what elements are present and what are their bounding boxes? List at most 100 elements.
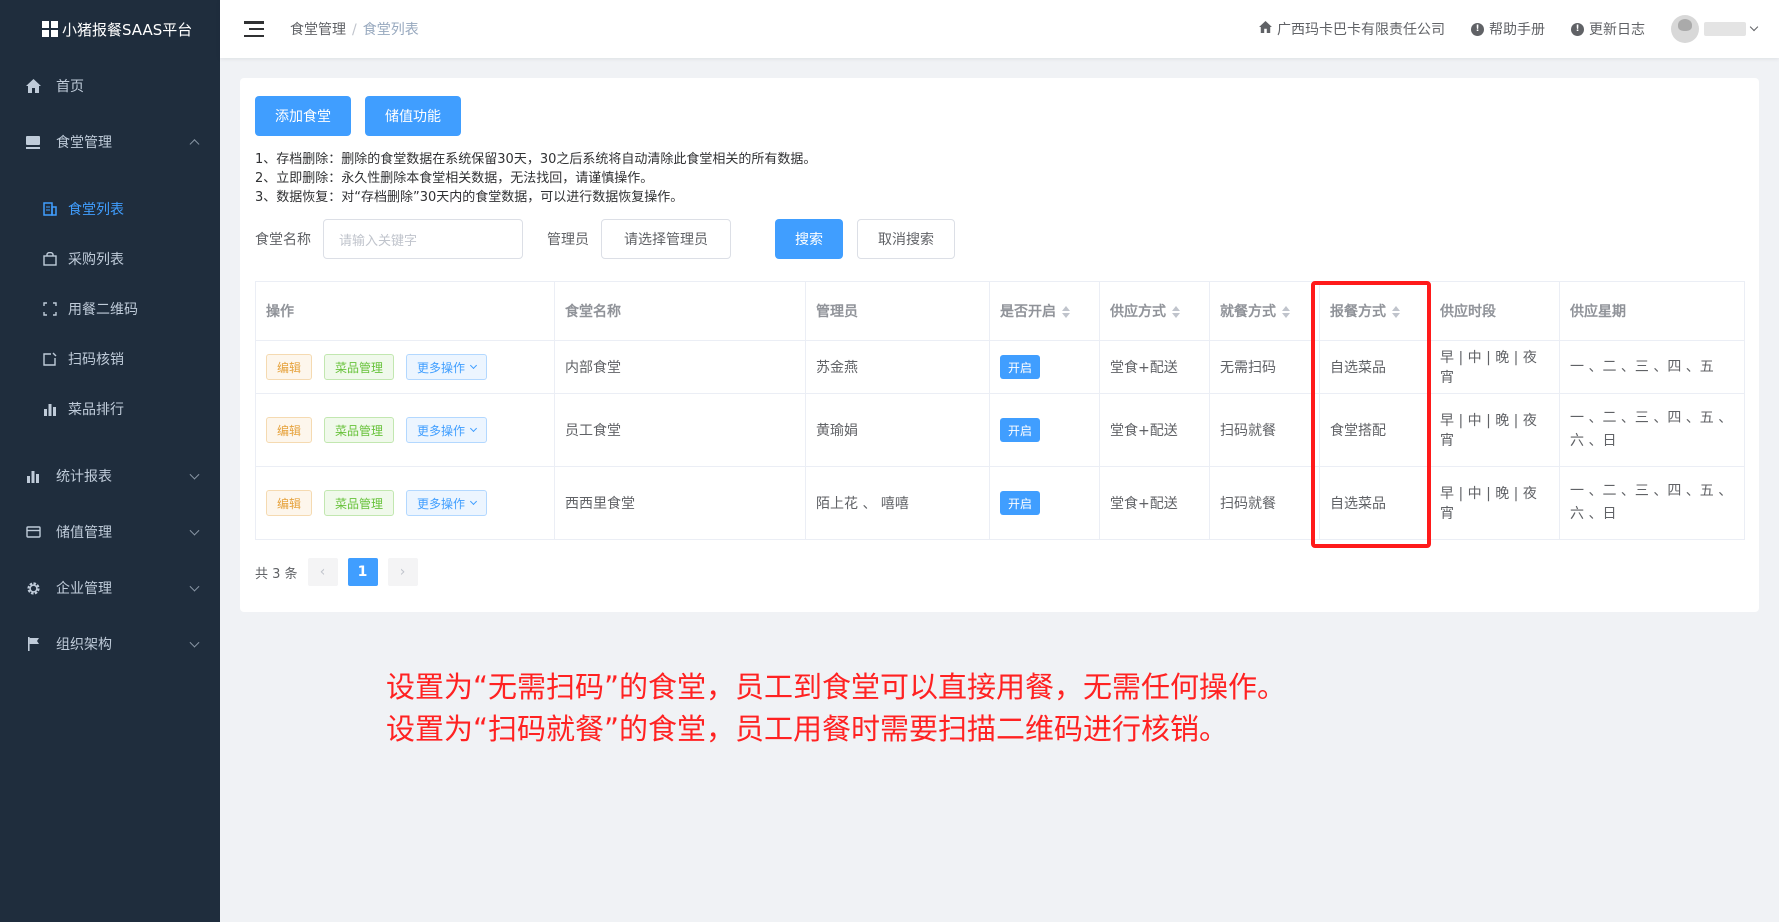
col-header-sortable[interactable]: 是否开启 xyxy=(989,281,1100,341)
status-badge: 开启 xyxy=(1000,355,1041,379)
user-name-blurred xyxy=(1704,22,1746,36)
breadcrumb-item[interactable]: 食堂管理 xyxy=(290,22,346,38)
sidebar-item-label: 菜品排行 xyxy=(68,402,124,418)
sidebar-item-enterprise[interactable]: 企业管理 xyxy=(0,560,220,616)
bag-icon xyxy=(42,251,58,267)
canteen-table: 操作 食堂名称 管理员 是否开启 供应方式 就餐方式 报餐方式 供应时段 供应星… xyxy=(255,281,1745,540)
company-link[interactable]: 广西玛卡巴卡有限责任公司 xyxy=(1259,19,1445,39)
sort-icon[interactable] xyxy=(1392,306,1400,318)
annotation-text: 设置为“无需扫码”的食堂，员工到食堂可以直接用餐，无需任何操作。 设置为“扫码就… xyxy=(386,666,1286,750)
cell-supply: 堂食+配送 xyxy=(1099,393,1210,467)
col-header-sortable[interactable]: 报餐方式 xyxy=(1319,281,1430,341)
sidebar-item-canteen-management[interactable]: 食堂管理 xyxy=(0,114,220,170)
menu-toggle-icon[interactable] xyxy=(244,21,264,37)
cell-admin: 陌上花 、 嘻嘻 xyxy=(805,466,990,540)
chevron-down-icon xyxy=(189,525,200,536)
cell-dine: 扫码就餐 xyxy=(1209,466,1320,540)
cell-period: 早 | 中 | 晚 | 夜宵 xyxy=(1429,466,1560,540)
cell-name: 西西里食堂 xyxy=(554,466,806,540)
col-header: 管理员 xyxy=(805,281,990,341)
search-form: 食堂名称 请输入关键字 管理员 请选择管理员 搜索 取消搜索 xyxy=(255,219,1744,259)
sidebar-item-label: 首页 xyxy=(56,79,84,95)
card-icon xyxy=(24,523,42,541)
user-menu[interactable] xyxy=(1671,15,1759,43)
sidebar: 小猪报餐SAAS平台 首页 食堂管理 食堂列表 采购列表 用餐二维码 扫码核销 … xyxy=(0,0,220,922)
col-header: 食堂名称 xyxy=(554,281,806,341)
bar-chart-icon xyxy=(24,467,42,485)
canteen-name-input[interactable]: 请输入关键字 xyxy=(323,219,523,259)
cell-name: 内部食堂 xyxy=(554,340,806,394)
col-header-sortable[interactable]: 就餐方式 xyxy=(1209,281,1320,341)
cancel-search-button[interactable]: 取消搜索 xyxy=(857,219,955,259)
home-icon xyxy=(24,77,42,95)
add-canteen-button[interactable]: 添加食堂 xyxy=(255,96,351,136)
sidebar-item-label: 食堂管理 xyxy=(56,135,112,151)
breadcrumb: 食堂管理 / 食堂列表 xyxy=(290,22,419,38)
gear-icon xyxy=(24,579,42,597)
changelog-link[interactable]: ! 更新日志 xyxy=(1571,19,1645,39)
pagination: 共 3 条 ‹ 1 › xyxy=(255,558,1744,586)
chevron-down-icon xyxy=(470,497,478,505)
edit-button[interactable]: 编辑 xyxy=(266,354,313,380)
help-manual-link[interactable]: ! 帮助手册 xyxy=(1471,19,1545,39)
page-number-button[interactable]: 1 xyxy=(347,558,378,586)
status-badge: 开启 xyxy=(1000,418,1041,442)
chevron-down-icon xyxy=(189,637,200,648)
sort-icon[interactable] xyxy=(1062,306,1070,318)
sort-icon[interactable] xyxy=(1172,306,1180,318)
edit-button[interactable]: 编辑 xyxy=(266,417,313,443)
cell-name: 员工食堂 xyxy=(554,393,806,467)
col-header: 供应时段 xyxy=(1429,281,1560,341)
recharge-function-button[interactable]: 储值功能 xyxy=(365,96,461,136)
cell-admin: 黄瑜娟 xyxy=(805,393,990,467)
col-header: 操作 xyxy=(255,281,555,341)
sidebar-item-label: 统计报表 xyxy=(56,469,112,485)
dish-management-button[interactable]: 菜品管理 xyxy=(324,417,395,443)
cell-period: 早 | 中 | 晚 | 夜宵 xyxy=(1429,340,1560,394)
bar-chart-icon xyxy=(42,401,58,417)
more-actions-dropdown[interactable]: 更多操作 xyxy=(406,354,488,380)
flag-icon xyxy=(24,635,42,653)
app-logo[interactable]: 小猪报餐SAAS平台 xyxy=(0,0,220,58)
chevron-down-icon xyxy=(470,361,478,369)
sidebar-item-organization[interactable]: 组织架构 xyxy=(0,616,220,672)
grid-logo-icon xyxy=(42,21,58,37)
more-actions-dropdown[interactable]: 更多操作 xyxy=(406,417,488,443)
sidebar-item-scan-verify[interactable]: 扫码核销 xyxy=(0,334,220,384)
info-icon: ! xyxy=(1571,22,1584,36)
next-page-button[interactable]: › xyxy=(387,558,418,586)
col-header-sortable[interactable]: 供应方式 xyxy=(1099,281,1210,341)
sidebar-item-home[interactable]: 首页 xyxy=(0,58,220,114)
sidebar-item-canteen-list[interactable]: 食堂列表 xyxy=(0,184,220,234)
search-button[interactable]: 搜索 xyxy=(775,219,843,259)
sidebar-item-label: 用餐二维码 xyxy=(68,302,138,318)
dish-management-button[interactable]: 菜品管理 xyxy=(324,354,395,380)
sidebar-item-statistics[interactable]: 统计报表 xyxy=(0,448,220,504)
cell-supply: 堂食+配送 xyxy=(1099,466,1210,540)
more-actions-dropdown[interactable]: 更多操作 xyxy=(406,490,488,516)
notes: 1、存档删除：删除的食堂数据在系统保留30天，30之后系统将自动清除此食堂相关的… xyxy=(255,150,1744,207)
edit-button[interactable]: 编辑 xyxy=(266,490,313,516)
status-badge: 开启 xyxy=(1000,491,1041,515)
chevron-down-icon xyxy=(189,469,200,480)
table-row: 编辑 菜品管理 更多操作 内部食堂 苏金燕 开启 堂食+配送 无需扫码 自选菜品 早… xyxy=(255,340,1745,394)
total-count: 共 3 条 xyxy=(255,566,298,582)
list-icon xyxy=(42,201,58,217)
avatar xyxy=(1671,15,1699,43)
cell-period: 早 | 中 | 晚 | 夜宵 xyxy=(1429,393,1560,467)
sidebar-item-purchase-list[interactable]: 采购列表 xyxy=(0,234,220,284)
cell-week: 一 、二 、三 、四 、五 、六 、日 xyxy=(1559,393,1745,467)
top-header: 食堂管理 / 食堂列表 广西玛卡巴卡有限责任公司 ! 帮助手册 ! 更新日志 xyxy=(220,0,1779,58)
admin-select[interactable]: 请选择管理员 xyxy=(601,219,731,259)
cell-admin: 苏金燕 xyxy=(805,340,990,394)
edit-box-icon xyxy=(42,351,58,367)
sidebar-item-meal-qrcode[interactable]: 用餐二维码 xyxy=(0,284,220,334)
table-row: 编辑 菜品管理 更多操作 西西里食堂 陌上花 、 嘻嘻 开启 堂食+配送 扫码就餐 … xyxy=(255,466,1745,540)
sort-icon[interactable] xyxy=(1282,306,1290,318)
dish-management-button[interactable]: 菜品管理 xyxy=(324,490,395,516)
prev-page-button[interactable]: ‹ xyxy=(307,558,338,586)
sidebar-item-recharge[interactable]: 储值管理 xyxy=(0,504,220,560)
sidebar-item-dish-ranking[interactable]: 菜品排行 xyxy=(0,384,220,434)
sidebar-item-label: 扫码核销 xyxy=(68,352,124,368)
content-card: 添加食堂 储值功能 1、存档删除：删除的食堂数据在系统保留30天，30之后系统将… xyxy=(240,78,1759,612)
